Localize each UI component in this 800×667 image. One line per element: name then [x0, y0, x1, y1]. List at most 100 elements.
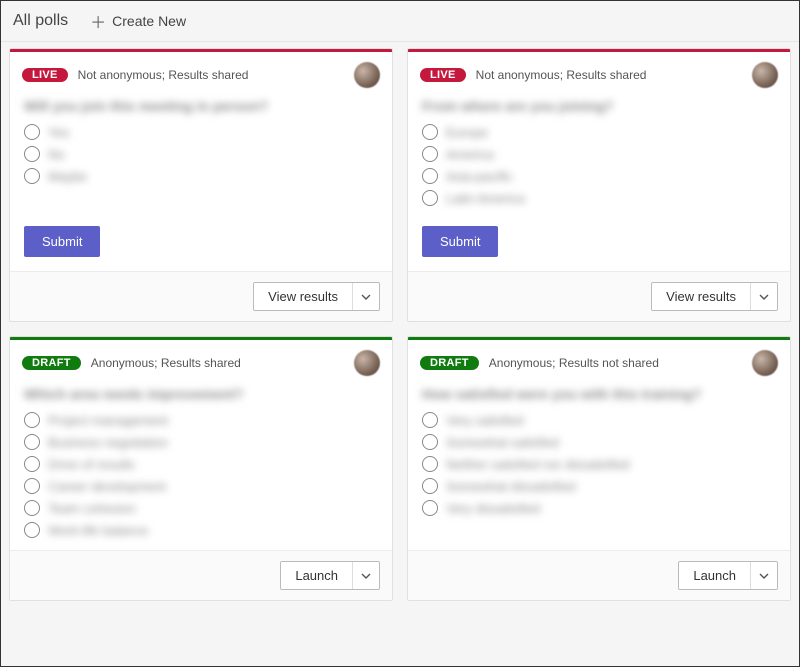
- option-label: Drive of results: [48, 457, 135, 472]
- card-status-row: DRAFT Anonymous; Results not shared: [408, 340, 790, 380]
- poll-option[interactable]: Neither satisfied nor dissatisfied: [422, 456, 776, 472]
- radio-icon[interactable]: [422, 124, 438, 140]
- poll-option[interactable]: Career development: [24, 478, 378, 494]
- poll-option[interactable]: No: [24, 146, 378, 162]
- radio-icon[interactable]: [24, 522, 40, 538]
- card-body: Will you join this meeting in person? Ye…: [10, 92, 392, 218]
- chevron-down-icon: [759, 292, 769, 302]
- option-label: Europe: [446, 125, 488, 140]
- radio-icon[interactable]: [422, 500, 438, 516]
- poll-question: From where are you joining?: [422, 98, 776, 114]
- footer-dropdown-button[interactable]: [751, 562, 777, 589]
- poll-card: LIVE Not anonymous; Results shared From …: [407, 48, 791, 322]
- radio-icon[interactable]: [422, 434, 438, 450]
- create-new-label: Create New: [112, 13, 186, 29]
- launch-button[interactable]: Launch: [281, 562, 353, 589]
- poll-meta-text: Not anonymous; Results shared: [78, 68, 249, 82]
- option-label: Somewhat dissatisfied: [446, 479, 575, 494]
- option-label: Somewhat satisfied: [446, 435, 559, 450]
- header-bar: All polls ＋ Create New: [1, 1, 799, 42]
- poll-option[interactable]: Somewhat dissatisfied: [422, 478, 776, 494]
- poll-option[interactable]: Asia-pacific: [422, 168, 776, 184]
- avatar: [752, 350, 778, 376]
- footer-dropdown-button[interactable]: [353, 562, 379, 589]
- poll-options: Europe America Asia-pacific Latin America: [422, 124, 776, 206]
- radio-icon[interactable]: [422, 412, 438, 428]
- radio-icon[interactable]: [422, 456, 438, 472]
- poll-option[interactable]: America: [422, 146, 776, 162]
- card-body: From where are you joining? Europe Americ…: [408, 92, 790, 218]
- radio-icon[interactable]: [24, 456, 40, 472]
- poll-option[interactable]: Yes: [24, 124, 378, 140]
- poll-options: Project management Business negotiation Dr…: [24, 412, 378, 538]
- poll-option[interactable]: Project management: [24, 412, 378, 428]
- option-label: Yes: [48, 125, 69, 140]
- radio-icon[interactable]: [24, 146, 40, 162]
- option-label: Project management: [48, 413, 168, 428]
- launch-button[interactable]: Launch: [679, 562, 751, 589]
- poll-question: Which area needs improvement?: [24, 386, 378, 402]
- option-label: Very satisfied: [446, 413, 523, 428]
- option-label: Career development: [48, 479, 166, 494]
- footer-dropdown-button[interactable]: [353, 283, 379, 310]
- poll-option[interactable]: Drive of results: [24, 456, 378, 472]
- chevron-down-icon: [361, 292, 371, 302]
- poll-card: DRAFT Anonymous; Results not shared How …: [407, 336, 791, 601]
- footer-dropdown-button[interactable]: [751, 283, 777, 310]
- radio-icon[interactable]: [24, 434, 40, 450]
- radio-icon[interactable]: [422, 146, 438, 162]
- poll-options: Yes No Maybe: [24, 124, 378, 184]
- poll-option[interactable]: Business negotiation: [24, 434, 378, 450]
- poll-card: LIVE Not anonymous; Results shared Will …: [9, 48, 393, 322]
- footer-split-button[interactable]: View results: [651, 282, 778, 311]
- submit-button[interactable]: Submit: [24, 226, 100, 257]
- option-label: Team cohesion: [48, 501, 135, 516]
- option-label: Very dissatisfied: [446, 501, 540, 516]
- footer-split-button[interactable]: View results: [253, 282, 380, 311]
- view-results-button[interactable]: View results: [254, 283, 353, 310]
- footer-split-button[interactable]: Launch: [280, 561, 380, 590]
- poll-option[interactable]: Somewhat satisfied: [422, 434, 776, 450]
- option-label: Neither satisfied nor dissatisfied: [446, 457, 630, 472]
- radio-icon[interactable]: [422, 168, 438, 184]
- card-status-row: LIVE Not anonymous; Results shared: [10, 52, 392, 92]
- poll-options: Very satisfied Somewhat satisfied Neither …: [422, 412, 776, 516]
- plus-icon: ＋: [90, 9, 106, 33]
- card-body: How satisfied were you with this trainin…: [408, 380, 790, 550]
- option-label: Work-life balance: [48, 523, 148, 538]
- poll-meta-text: Anonymous; Results shared: [91, 356, 241, 370]
- status-badge: DRAFT: [22, 356, 81, 370]
- create-new-button[interactable]: ＋ Create New: [86, 7, 190, 35]
- poll-option[interactable]: Work-life balance: [24, 522, 378, 538]
- card-footer: View results: [10, 271, 392, 321]
- radio-icon[interactable]: [24, 478, 40, 494]
- poll-option[interactable]: Team cohesion: [24, 500, 378, 516]
- radio-icon[interactable]: [24, 412, 40, 428]
- page-title: All polls: [13, 12, 68, 30]
- footer-split-button[interactable]: Launch: [678, 561, 778, 590]
- submit-row: Submit: [408, 218, 790, 271]
- chevron-down-icon: [361, 571, 371, 581]
- poll-card: DRAFT Anonymous; Results shared Which ar…: [9, 336, 393, 601]
- radio-icon[interactable]: [24, 124, 40, 140]
- radio-icon[interactable]: [24, 500, 40, 516]
- radio-icon[interactable]: [24, 168, 40, 184]
- poll-option[interactable]: Very dissatisfied: [422, 500, 776, 516]
- poll-option[interactable]: Maybe: [24, 168, 378, 184]
- submit-button[interactable]: Submit: [422, 226, 498, 257]
- poll-option[interactable]: Europe: [422, 124, 776, 140]
- polls-grid: LIVE Not anonymous; Results shared Will …: [1, 42, 799, 607]
- avatar: [354, 350, 380, 376]
- option-label: No: [48, 147, 65, 162]
- poll-option[interactable]: Very satisfied: [422, 412, 776, 428]
- status-badge: DRAFT: [420, 356, 479, 370]
- card-footer: Launch: [408, 550, 790, 600]
- option-label: America: [446, 147, 494, 162]
- poll-option[interactable]: Latin America: [422, 190, 776, 206]
- view-results-button[interactable]: View results: [652, 283, 751, 310]
- poll-question: Will you join this meeting in person?: [24, 98, 378, 114]
- poll-meta-text: Anonymous; Results not shared: [489, 356, 659, 370]
- radio-icon[interactable]: [422, 478, 438, 494]
- radio-icon[interactable]: [422, 190, 438, 206]
- poll-meta-text: Not anonymous; Results shared: [476, 68, 647, 82]
